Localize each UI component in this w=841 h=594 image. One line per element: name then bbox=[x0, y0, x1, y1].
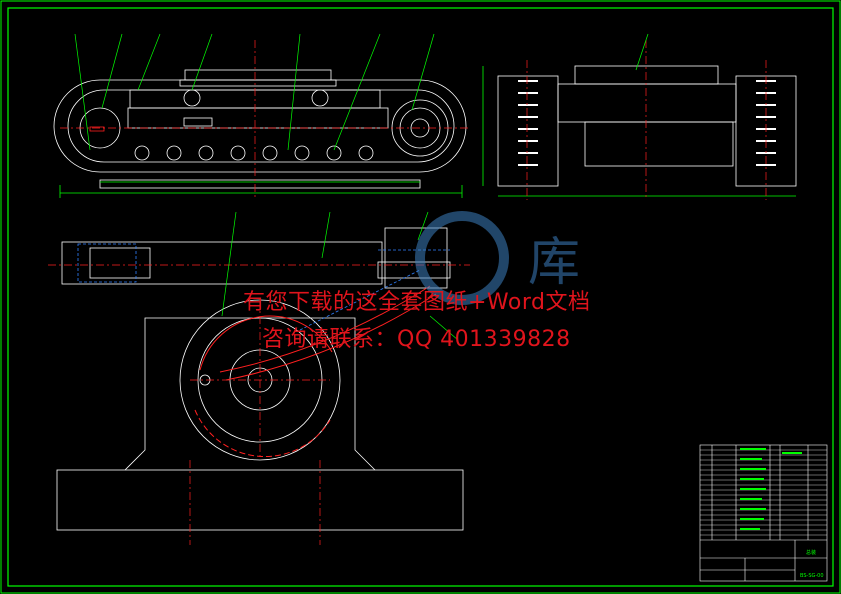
track-end-view bbox=[482, 65, 797, 197]
title-block-name: 总装 bbox=[806, 549, 816, 556]
drive-assembly-view bbox=[56, 227, 464, 531]
track-side-centerlines bbox=[60, 40, 470, 200]
title-block-drawing-no: BS-SG-00 bbox=[800, 573, 824, 579]
title-block bbox=[699, 444, 828, 582]
parts-list-entries bbox=[740, 448, 802, 530]
track-end-centerlines bbox=[526, 40, 767, 200]
track-side-view bbox=[53, 69, 467, 198]
watermark-line-1: 有您下载的这全套图纸+Word文档 bbox=[243, 290, 591, 315]
watermark-line-2: 咨询请联系：QQ 401339828 bbox=[262, 327, 571, 352]
